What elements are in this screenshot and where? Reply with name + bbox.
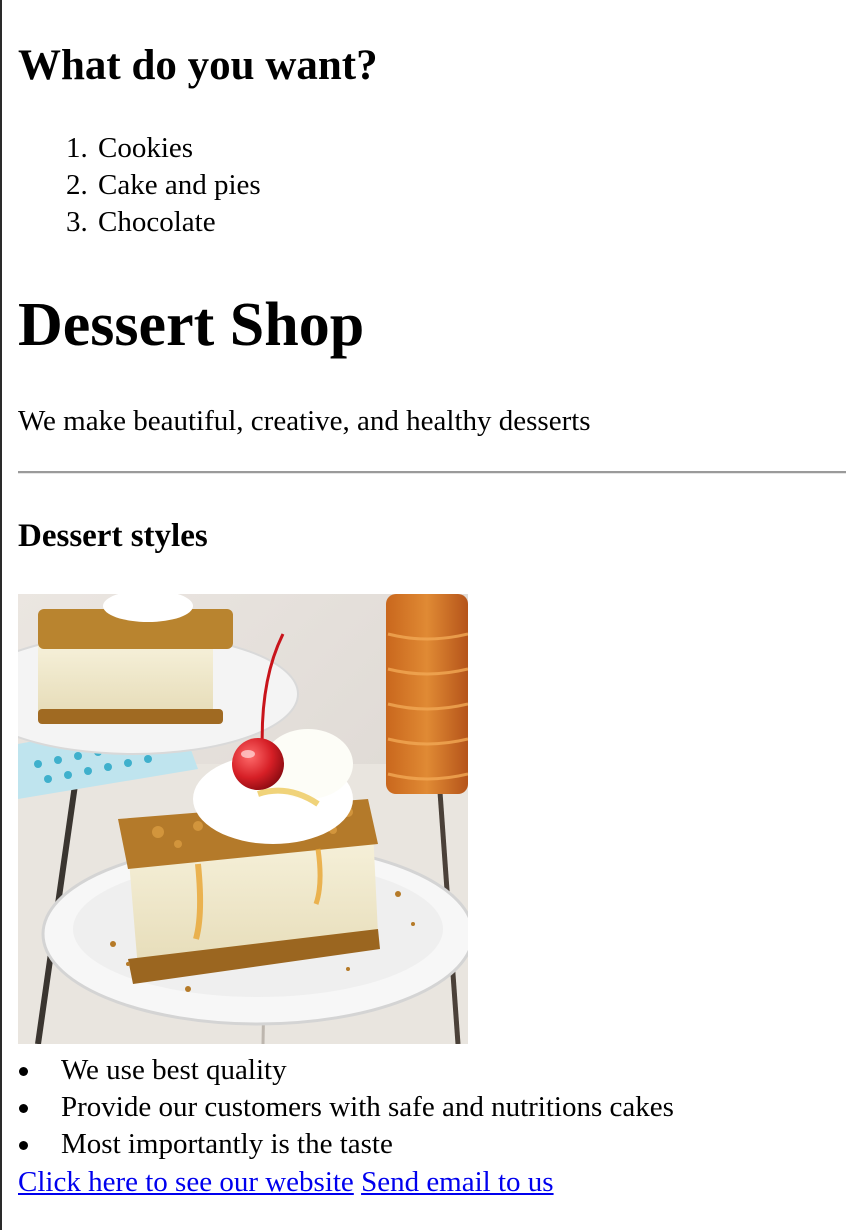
links-row: Click here to see our website Send email… [18, 1163, 554, 1201]
feature-item: Provide our customers with safe and nutr… [18, 1089, 674, 1126]
choice-number: 1. [66, 132, 88, 164]
bullet-icon [19, 1067, 28, 1076]
choice-label: Cookies [98, 132, 194, 164]
choice-label: Cake and pies [98, 169, 261, 201]
dessert-choices-list: 1. Cookies 2. Cake and pies 3. Chocolate [18, 130, 261, 241]
features-list: We use best quality Provide our customer… [18, 1052, 674, 1163]
bullet-icon [19, 1104, 28, 1113]
feature-item: Most importantly is the taste [18, 1126, 674, 1163]
shop-title: Dessert Shop [18, 291, 365, 359]
choice-item: 1. Cookies [18, 130, 261, 167]
feature-text: Most importantly is the taste [61, 1128, 393, 1160]
dessert-image [18, 594, 468, 1044]
horizontal-divider [18, 471, 846, 474]
window-left-edge [0, 0, 2, 1230]
choice-number: 2. [66, 169, 88, 201]
choice-label: Chocolate [98, 206, 216, 238]
feature-item: We use best quality [18, 1052, 674, 1089]
choice-number: 3. [66, 206, 88, 238]
feature-text: We use best quality [61, 1054, 287, 1086]
email-link[interactable]: Send email to us [361, 1166, 554, 1198]
choice-item: 3. Chocolate [18, 204, 261, 241]
website-link[interactable]: Click here to see our website [18, 1166, 354, 1198]
shop-tagline: We make beautiful, creative, and healthy… [18, 405, 591, 437]
choice-item: 2. Cake and pies [18, 167, 261, 204]
bullet-icon [19, 1141, 28, 1150]
question-heading: What do you want? [18, 42, 378, 89]
feature-text: Provide our customers with safe and nutr… [61, 1091, 674, 1123]
dessert-styles-heading: Dessert styles [18, 518, 208, 554]
